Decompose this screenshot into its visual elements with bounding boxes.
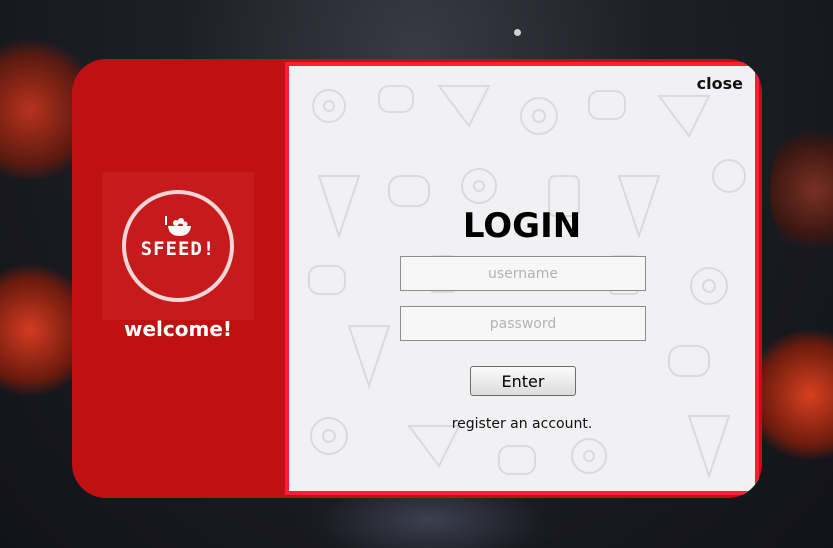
logo-text: SFEED! <box>140 238 216 260</box>
logo: SFEED! <box>102 172 254 320</box>
login-form: close LOGIN Enter register an account. <box>285 62 759 495</box>
logo-ring: SFEED! <box>122 190 234 302</box>
bowl-icon <box>165 216 191 236</box>
register-link[interactable]: register an account. <box>289 416 755 432</box>
login-title: LOGIN <box>462 206 582 246</box>
password-input[interactable] <box>400 306 646 341</box>
tree-right-top <box>770 120 833 260</box>
enter-button[interactable]: Enter <box>470 366 576 396</box>
welcome-greeting: welcome! <box>123 317 233 341</box>
welcome-sidebar: SFEED! welcome! <box>72 59 286 498</box>
login-panel: SFEED! welcome! close LOGIN username Ent… <box>72 59 762 498</box>
moon-dot <box>514 29 521 36</box>
username-input[interactable] <box>400 256 646 291</box>
close-button[interactable]: close <box>697 74 743 93</box>
